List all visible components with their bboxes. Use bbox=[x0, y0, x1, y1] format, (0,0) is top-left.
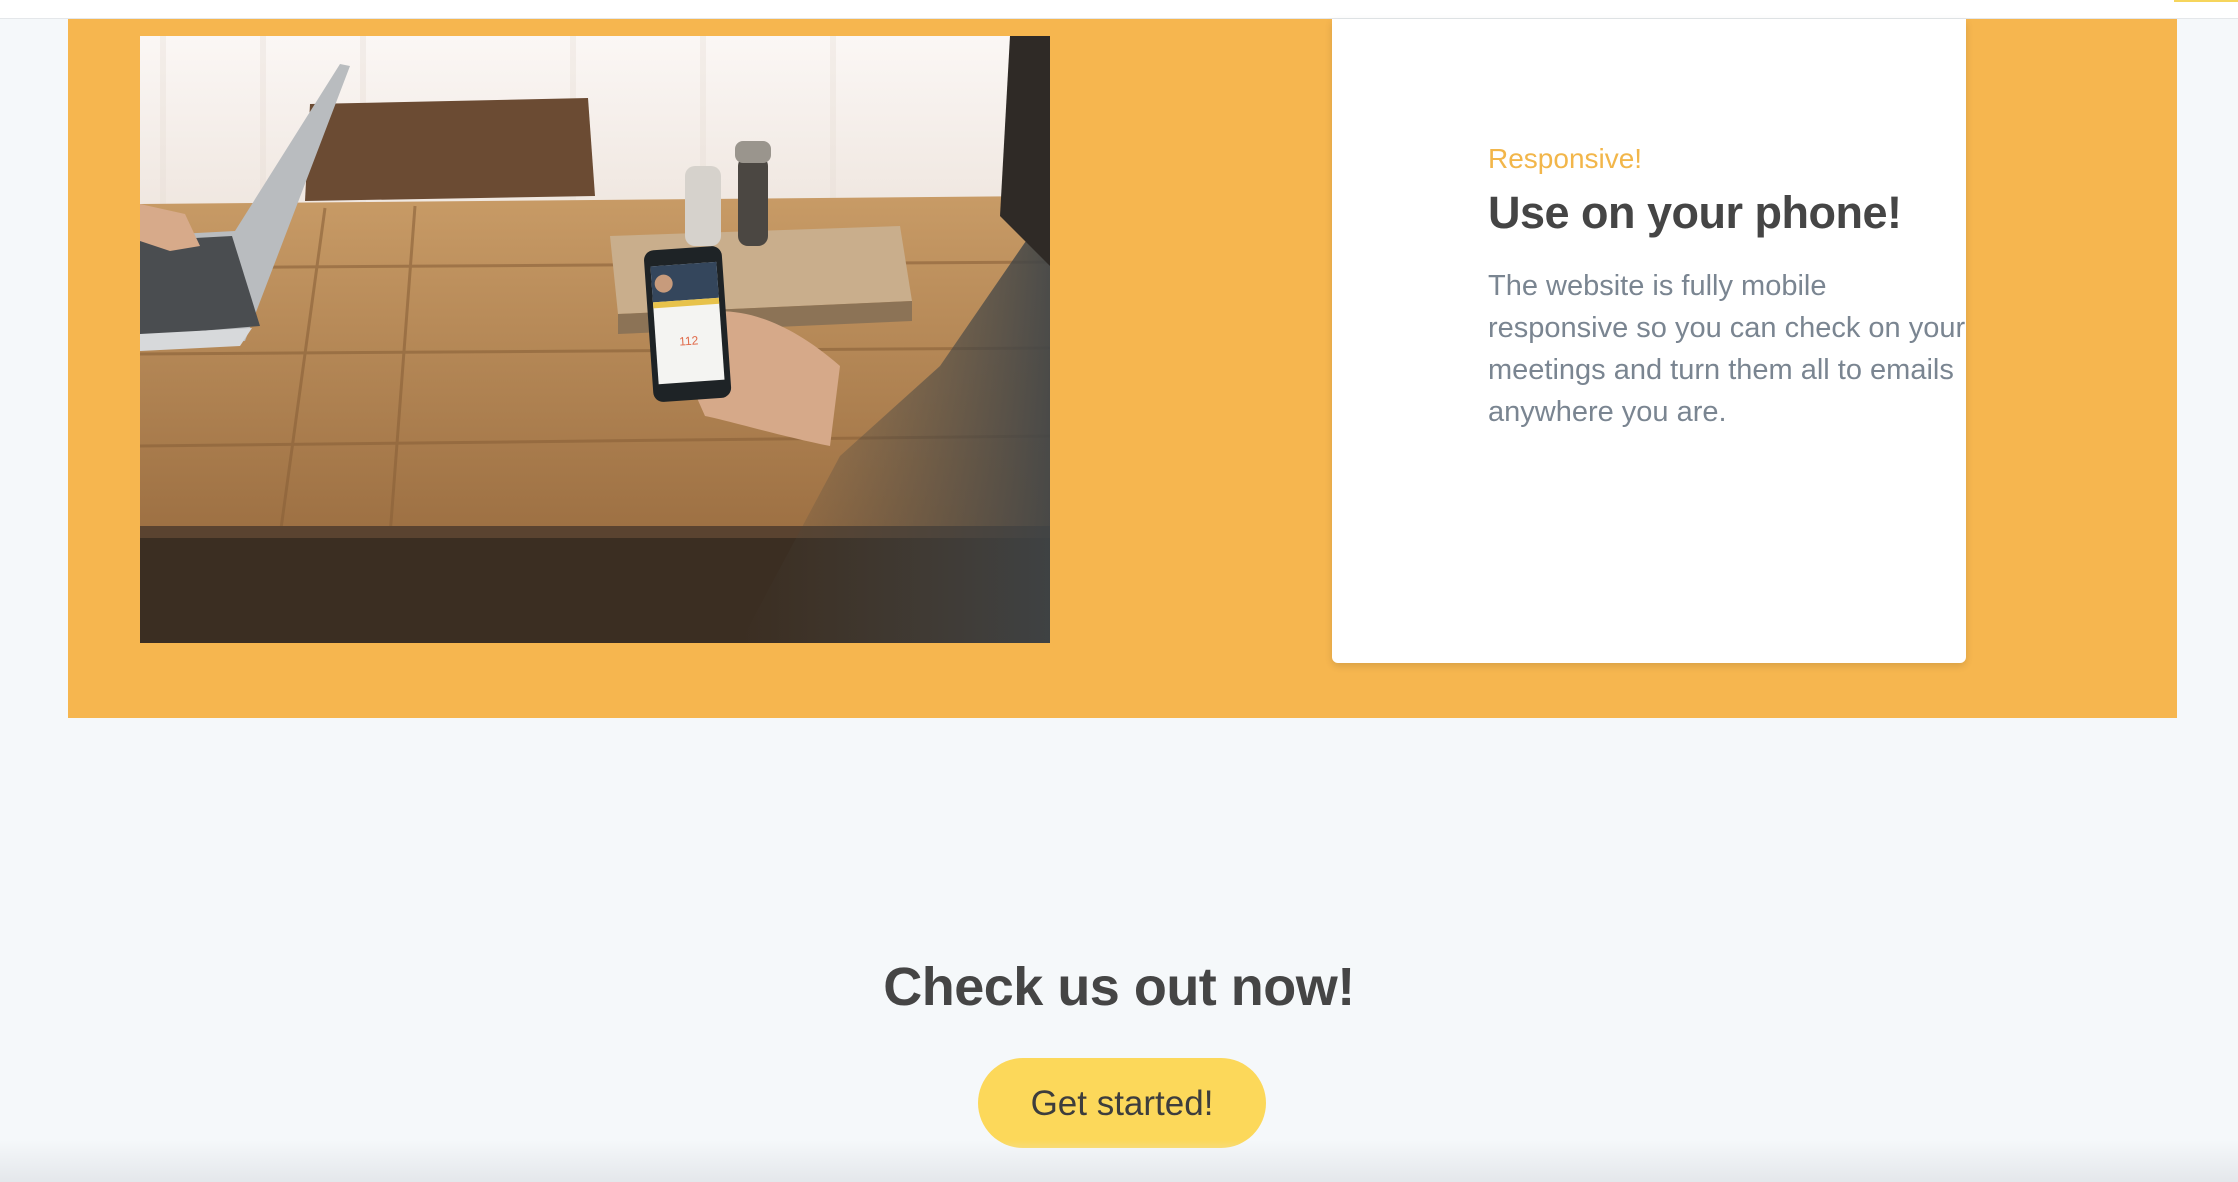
top-nav-bar bbox=[0, 0, 2238, 19]
feature-title: Use on your phone! bbox=[1488, 187, 1902, 238]
feature-description: The website is fully mobile responsive s… bbox=[1488, 270, 1966, 428]
bottom-fade bbox=[0, 1140, 2238, 1182]
feature-eyebrow: Responsive! bbox=[1488, 143, 1643, 174]
feature-photo: 112 bbox=[140, 36, 1050, 643]
phone-screen-number: 112 bbox=[679, 333, 699, 348]
phone-on-table-image: 112 bbox=[140, 36, 1050, 643]
page: 112 Responsive! Use on your phone! The w… bbox=[0, 0, 2238, 1182]
feature-card: Responsive! Use on your phone! The websi… bbox=[1332, 19, 1966, 663]
nav-accent-strip bbox=[2174, 0, 2238, 2]
cta-heading: Check us out now! bbox=[883, 957, 1355, 1017]
feature-section: 112 Responsive! Use on your phone! The w… bbox=[68, 19, 2177, 718]
get-started-button[interactable]: Get started! bbox=[978, 1058, 1266, 1148]
